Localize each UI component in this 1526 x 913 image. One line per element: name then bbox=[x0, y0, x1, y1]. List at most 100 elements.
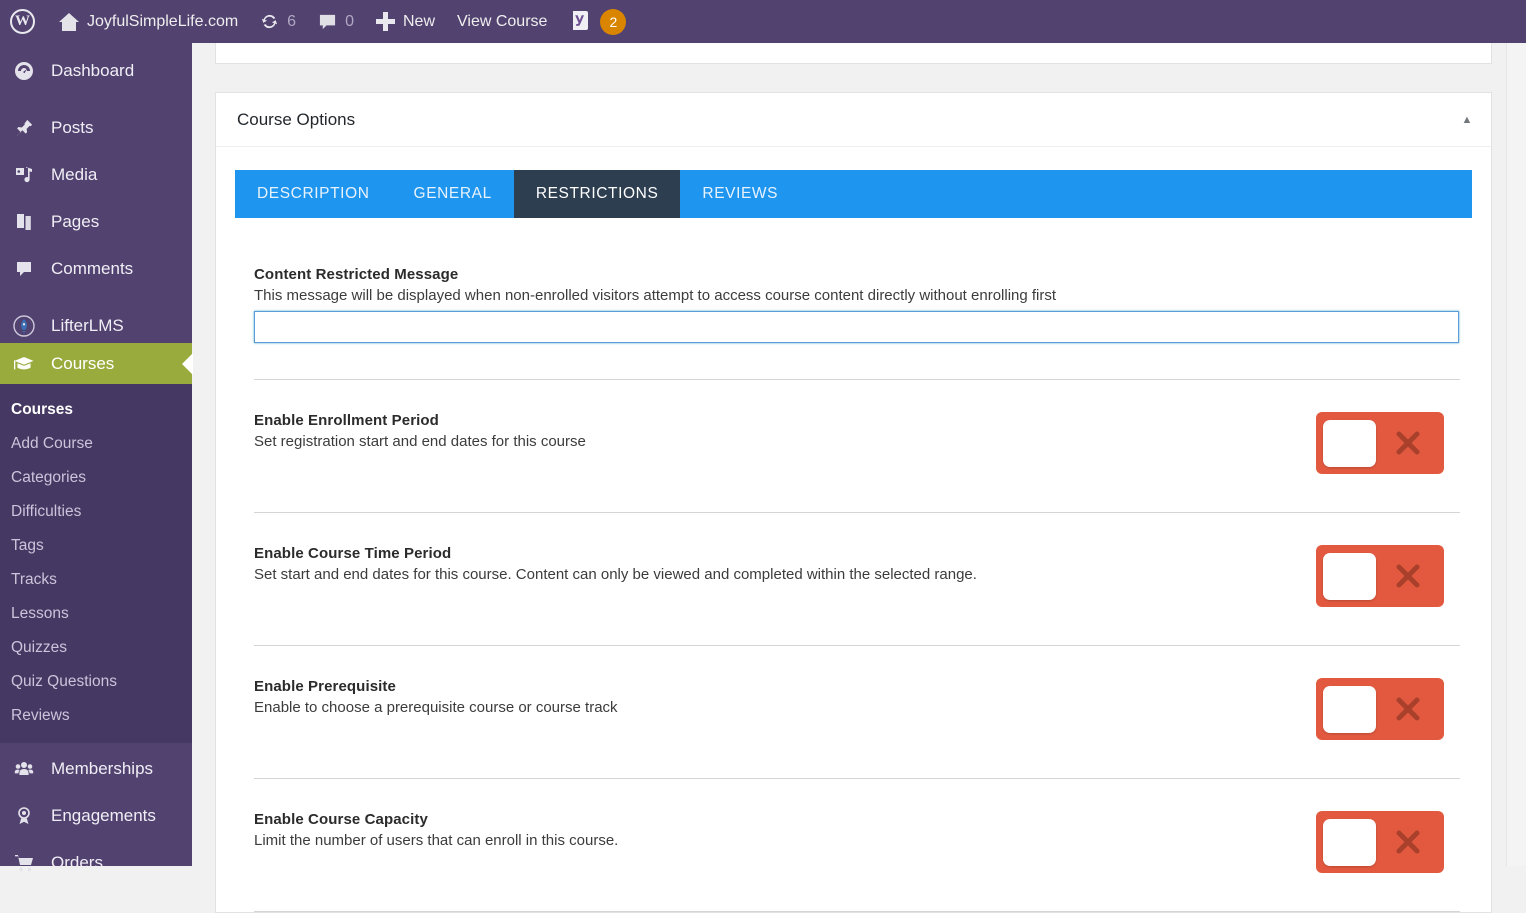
content-restricted-message-group: Content Restricted Message This message … bbox=[254, 266, 1459, 343]
main-content: Yoast SEO ▲ Course Options ▲ DESCRIPTION… bbox=[192, 41, 1526, 913]
toggle-knob bbox=[1323, 552, 1376, 600]
setting-row-course-time-period: Enable Course Time Period Set start and … bbox=[254, 513, 1460, 609]
setting-description: Set start and end dates for this course.… bbox=[254, 566, 977, 583]
triangle-up-icon[interactable]: ▲ bbox=[1457, 110, 1477, 130]
submenu-item-add-course[interactable]: Add Course bbox=[0, 427, 192, 461]
comments-menu[interactable]: 0 bbox=[307, 0, 365, 43]
close-icon bbox=[1396, 564, 1420, 588]
wordpress-logo-icon bbox=[10, 9, 35, 34]
close-icon bbox=[1396, 697, 1420, 721]
submenu-item-difficulties[interactable]: Difficulties bbox=[0, 495, 192, 529]
tab-reviews[interactable]: REVIEWS bbox=[680, 170, 800, 218]
setting-row-prerequisite: Enable Prerequisite Enable to choose a p… bbox=[254, 646, 1460, 742]
page-title: Course Options bbox=[237, 109, 356, 129]
course-options-body: DESCRIPTION GENERAL RESTRICTIONS REVIEWS… bbox=[216, 147, 1491, 912]
pages-icon bbox=[13, 211, 35, 233]
page-scrollbar[interactable] bbox=[1506, 43, 1526, 866]
sidebar-item-courses[interactable]: Courses bbox=[0, 343, 192, 384]
sidebar-label: Engagements bbox=[51, 806, 156, 825]
setting-row-course-capacity: Enable Course Capacity Limit the number … bbox=[254, 779, 1460, 875]
toggle-knob bbox=[1323, 818, 1376, 866]
submenu-item-tracks[interactable]: Tracks bbox=[0, 563, 192, 597]
submenu-item-quizzes[interactable]: Quizzes bbox=[0, 631, 192, 665]
home-icon bbox=[59, 12, 79, 31]
sidebar-item-memberships[interactable]: Memberships bbox=[0, 752, 192, 786]
pin-icon bbox=[13, 117, 35, 139]
setting-label: Enable Prerequisite bbox=[254, 678, 396, 695]
sidebar-label: Posts bbox=[51, 118, 94, 137]
setting-description: Limit the number of users that can enrol… bbox=[254, 832, 619, 849]
sidebar-item-lifterlms[interactable]: LifterLMS bbox=[0, 309, 192, 343]
setting-description: Set registration start and end dates for… bbox=[254, 433, 586, 450]
plus-icon bbox=[375, 12, 395, 31]
view-course-label: View Course bbox=[457, 12, 548, 30]
tab-description[interactable]: DESCRIPTION bbox=[235, 170, 392, 218]
site-name-label: JoyfulSimpleLife.com bbox=[87, 12, 239, 30]
yoast-icon bbox=[569, 9, 592, 34]
submenu-item-tags[interactable]: Tags bbox=[0, 529, 192, 563]
dashboard-icon bbox=[13, 60, 35, 82]
sidebar-label: Courses bbox=[51, 353, 115, 373]
sidebar-label: Pages bbox=[51, 212, 100, 231]
setting-label: Enable Course Time Period bbox=[254, 545, 452, 562]
yoast-notification-badge: 2 bbox=[600, 8, 627, 35]
submenu-item-reviews[interactable]: Reviews bbox=[0, 699, 192, 733]
toggle-knob bbox=[1323, 685, 1376, 733]
setting-label: Enable Course Capacity bbox=[254, 811, 428, 828]
content-restricted-message-input[interactable] bbox=[254, 311, 1459, 343]
sidebar-label: Memberships bbox=[51, 759, 154, 778]
close-icon bbox=[1396, 830, 1420, 854]
setting-label: Enable Enrollment Period bbox=[254, 412, 439, 429]
tab-general[interactable]: GENERAL bbox=[392, 170, 514, 218]
sidebar-item-pages[interactable]: Pages bbox=[0, 205, 192, 239]
restrictions-panel: Content Restricted Message This message … bbox=[235, 218, 1472, 912]
sidebar-label: Dashboard bbox=[51, 61, 135, 80]
toggle-course-time-period[interactable] bbox=[1316, 545, 1444, 607]
update-icon bbox=[260, 12, 279, 31]
award-icon bbox=[13, 805, 35, 827]
view-course-link[interactable]: View Course bbox=[446, 0, 558, 43]
cart-icon bbox=[13, 852, 35, 874]
updates-menu[interactable]: 6 bbox=[249, 0, 307, 43]
content-restricted-message-label: Content Restricted Message bbox=[254, 266, 459, 283]
row-divider bbox=[254, 911, 1460, 912]
comment-bubble-icon bbox=[318, 13, 337, 31]
submenu-item-quiz-questions[interactable]: Quiz Questions bbox=[0, 665, 192, 699]
toggle-enrollment-period[interactable] bbox=[1316, 412, 1444, 474]
sidebar-label: LifterLMS bbox=[51, 316, 124, 335]
group-icon bbox=[13, 758, 35, 780]
sidebar-label: Media bbox=[51, 165, 98, 184]
tab-restrictions[interactable]: RESTRICTIONS bbox=[513, 170, 681, 218]
sidebar-label: Orders bbox=[51, 853, 103, 872]
updates-count: 6 bbox=[287, 12, 297, 30]
admin-sidebar: Dashboard Posts Media Pages Comments Lif… bbox=[0, 43, 192, 872]
content-restricted-message-description: This message will be displayed when non-… bbox=[254, 287, 1057, 304]
setting-row-enrollment-period: Enable Enrollment Period Set registratio… bbox=[254, 380, 1460, 476]
sidebar-item-orders[interactable]: Orders bbox=[0, 846, 192, 880]
media-icon bbox=[13, 164, 35, 186]
sidebar-item-dashboard[interactable]: Dashboard bbox=[0, 54, 192, 88]
yoast-seo-menu[interactable]: 2 bbox=[558, 0, 637, 43]
setting-description: Enable to choose a prerequisite course o… bbox=[254, 699, 618, 716]
submenu-item-categories[interactable]: Categories bbox=[0, 461, 192, 495]
new-content-menu[interactable]: New bbox=[365, 0, 446, 43]
sidebar-item-engagements[interactable]: Engagements bbox=[0, 799, 192, 833]
site-name-menu[interactable]: JoyfulSimpleLife.com bbox=[48, 0, 249, 43]
course-options-metabox: Course Options ▲ DESCRIPTION GENERAL RES… bbox=[215, 92, 1492, 913]
lifterlms-icon bbox=[13, 315, 35, 337]
sidebar-item-posts[interactable]: Posts bbox=[0, 111, 192, 145]
toggle-course-capacity[interactable] bbox=[1316, 811, 1444, 873]
submenu-item-lessons[interactable]: Lessons bbox=[0, 597, 192, 631]
sidebar-item-media[interactable]: Media bbox=[0, 158, 192, 192]
comment-icon bbox=[13, 258, 35, 280]
wp-logo-menu[interactable] bbox=[0, 0, 48, 43]
comments-count: 0 bbox=[345, 12, 354, 30]
toggle-prerequisite[interactable] bbox=[1316, 678, 1444, 740]
toggle-knob bbox=[1323, 419, 1376, 467]
yoast-seo-metabox[interactable]: Yoast SEO ▲ bbox=[215, 41, 1492, 64]
sidebar-item-comments[interactable]: Comments bbox=[0, 252, 192, 286]
new-label: New bbox=[402, 12, 435, 30]
submenu-item-courses[interactable]: Courses bbox=[0, 393, 192, 427]
sidebar-label: Comments bbox=[51, 259, 134, 278]
courses-submenu: Courses Add Course Categories Difficulti… bbox=[0, 384, 192, 743]
